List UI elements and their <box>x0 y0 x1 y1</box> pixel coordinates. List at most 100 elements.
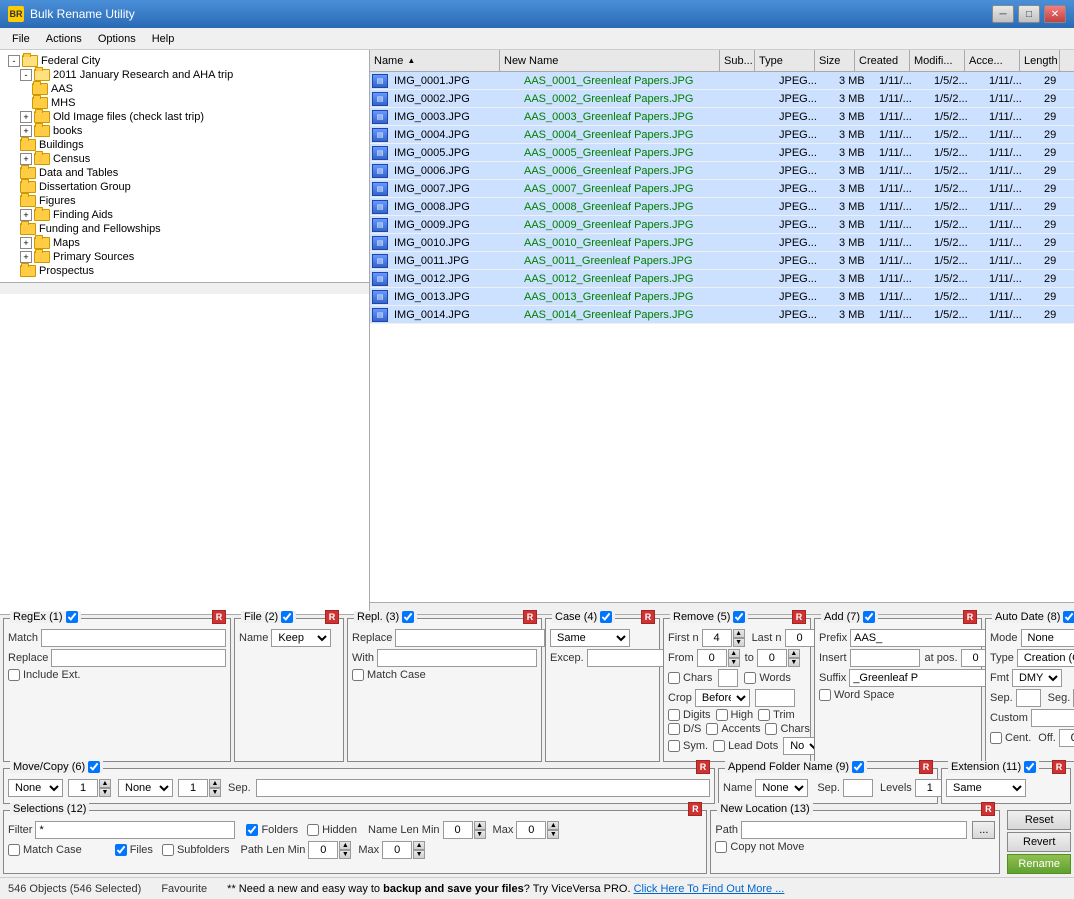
tree-toggle[interactable]: + <box>20 209 32 221</box>
selections-pathlenmin-input[interactable] <box>308 841 338 859</box>
regex-r-button[interactable]: R <box>212 610 226 624</box>
autodate-cent-checkbox[interactable] <box>990 732 1002 744</box>
add-prefix-input[interactable] <box>850 629 1000 647</box>
table-row[interactable]: ▤IMG_0014.JPGAAS_0014_Greenleaf Papers.J… <box>370 306 1074 324</box>
remove-digits-checkbox[interactable] <box>668 709 680 721</box>
header-created[interactable]: Created <box>855 50 910 71</box>
selections-namelenmin-input[interactable] <box>443 821 473 839</box>
minimize-button[interactable]: ─ <box>992 5 1014 23</box>
selections-pathlenmax-up[interactable]: ▲ <box>413 841 425 850</box>
newloc-copynotmove-checkbox[interactable] <box>715 841 727 853</box>
file-list[interactable]: ▤IMG_0001.JPGAAS_0001_Greenleaf Papers.J… <box>370 72 1074 602</box>
remove-trim-checkbox[interactable] <box>758 709 770 721</box>
repl-r-button[interactable]: R <box>523 610 537 624</box>
tree-item-funding[interactable]: Funding and Fellowships <box>4 222 365 236</box>
autodate-mode-select[interactable]: None <box>1021 629 1074 647</box>
regex-include-ext-checkbox[interactable] <box>8 669 20 681</box>
case-same-select[interactable]: Same Upper Lower <box>550 629 630 647</box>
header-length[interactable]: Length <box>1020 50 1060 71</box>
remove-firstn-down[interactable]: ▼ <box>733 638 745 647</box>
reset-button[interactable]: Reset <box>1007 810 1071 830</box>
appendfolder-r-button[interactable]: R <box>919 760 933 774</box>
rename-button[interactable]: Rename <box>1007 854 1071 874</box>
tree-item-figures[interactable]: Figures <box>4 194 365 208</box>
remove-high-checkbox[interactable] <box>716 709 728 721</box>
tree-item-federal-city[interactable]: - Federal City <box>4 54 365 68</box>
header-acce[interactable]: Acce... <box>965 50 1020 71</box>
regex-replace-input[interactable] <box>51 649 226 667</box>
add-suffix-input[interactable] <box>849 669 999 687</box>
movecopy-select2[interactable]: None <box>118 779 173 797</box>
file-enable-checkbox[interactable] <box>281 611 293 623</box>
remove-accents-checkbox[interactable] <box>706 723 718 735</box>
movecopy-select1[interactable]: None <box>8 779 63 797</box>
table-row[interactable]: ▤IMG_0007.JPGAAS_0007_Greenleaf Papers.J… <box>370 180 1074 198</box>
tree-toggle[interactable]: + <box>20 111 32 123</box>
tree-item-prospectus[interactable]: Prospectus <box>4 264 365 278</box>
selections-pathlenmax-down[interactable]: ▼ <box>413 850 425 859</box>
table-row[interactable]: ▤IMG_0009.JPGAAS_0009_Greenleaf Papers.J… <box>370 216 1074 234</box>
repl-matchcase-checkbox[interactable] <box>352 669 364 681</box>
newloc-path-input[interactable] <box>741 821 967 839</box>
extension-same-select[interactable]: Same Upper Lower <box>946 779 1026 797</box>
revert-button[interactable]: Revert <box>1007 832 1071 852</box>
tree-item-buildings[interactable]: Buildings <box>4 138 365 152</box>
table-row[interactable]: ▤IMG_0010.JPGAAS_0010_Greenleaf Papers.J… <box>370 234 1074 252</box>
selections-pathlenmax-input[interactable] <box>382 841 412 859</box>
folder-tree[interactable]: - Federal City - 2011 January Research a… <box>0 50 370 614</box>
table-row[interactable]: ▤IMG_0003.JPGAAS_0003_Greenleaf Papers.J… <box>370 108 1074 126</box>
movecopy-enable-checkbox[interactable] <box>88 761 100 773</box>
tree-item-books[interactable]: + books <box>4 124 365 138</box>
selections-pathlenmin-up[interactable]: ▲ <box>339 841 351 850</box>
selections-matchcase-checkbox[interactable] <box>8 844 20 856</box>
autodate-off-input[interactable] <box>1059 729 1074 747</box>
movecopy-val1-input[interactable] <box>68 779 98 797</box>
table-row[interactable]: ▤IMG_0004.JPGAAS_0004_Greenleaf Papers.J… <box>370 126 1074 144</box>
movecopy-val2-input[interactable] <box>178 779 208 797</box>
menu-options[interactable]: Options <box>90 28 144 49</box>
appendfolder-enable-checkbox[interactable] <box>852 761 864 773</box>
remove-to-up[interactable]: ▲ <box>788 649 800 658</box>
tree-item-2011[interactable]: - 2011 January Research and AHA trip <box>4 68 365 82</box>
appendfolder-name-select[interactable]: None <box>755 779 808 797</box>
selections-r-button[interactable]: R <box>688 802 702 816</box>
tree-toggle[interactable]: - <box>8 55 20 67</box>
remove-chars-input[interactable] <box>718 669 738 687</box>
table-row[interactable]: ▤IMG_0011.JPGAAS_0011_Greenleaf Papers.J… <box>370 252 1074 270</box>
menu-actions[interactable]: Actions <box>38 28 90 49</box>
header-name[interactable]: Name ▲ <box>370 50 500 71</box>
table-row[interactable]: ▤IMG_0012.JPGAAS_0012_Greenleaf Papers.J… <box>370 270 1074 288</box>
selections-subfolders-checkbox[interactable] <box>162 844 174 856</box>
autodate-custom-input[interactable] <box>1031 709 1074 727</box>
remove-to-input[interactable] <box>757 649 787 667</box>
maximize-button[interactable]: □ <box>1018 5 1040 23</box>
repl-enable-checkbox[interactable] <box>402 611 414 623</box>
selections-namelenmin-down[interactable]: ▼ <box>474 830 486 839</box>
selections-files-checkbox[interactable] <box>115 844 127 856</box>
tree-toggle[interactable]: + <box>20 125 32 137</box>
remove-crop-text-input[interactable] <box>755 689 795 707</box>
menu-file[interactable]: File <box>4 28 38 49</box>
appendfolder-sep-input[interactable] <box>843 779 873 797</box>
extension-r-button[interactable]: R <box>1052 760 1066 774</box>
remove-lastn-input[interactable] <box>785 629 815 647</box>
selections-namelenmin-up[interactable]: ▲ <box>474 821 486 830</box>
remove-ds-checkbox[interactable] <box>668 723 680 735</box>
tree-item-mhs[interactable]: MHS <box>4 96 365 110</box>
remove-firstn-input[interactable] <box>702 629 732 647</box>
autodate-fmt-select[interactable]: DMY MDY YMD <box>1012 669 1062 687</box>
remove-r-button[interactable]: R <box>792 610 806 624</box>
selections-filter-input[interactable] <box>35 821 235 839</box>
tree-item-data[interactable]: Data and Tables <box>4 166 365 180</box>
regex-match-input[interactable] <box>41 629 226 647</box>
repl-with-input[interactable] <box>377 649 537 667</box>
remove-sym-checkbox[interactable] <box>668 740 680 752</box>
table-row[interactable]: ▤IMG_0002.JPGAAS_0002_Greenleaf Papers.J… <box>370 90 1074 108</box>
selections-namelenmax-down[interactable]: ▼ <box>547 830 559 839</box>
table-row[interactable]: ▤IMG_0013.JPGAAS_0013_Greenleaf Papers.J… <box>370 288 1074 306</box>
tree-item-maps[interactable]: + Maps <box>4 236 365 250</box>
remove-firstn-up[interactable]: ▲ <box>733 629 745 638</box>
add-enable-checkbox[interactable] <box>863 611 875 623</box>
extension-enable-checkbox[interactable] <box>1024 761 1036 773</box>
tree-item-dissertation[interactable]: Dissertation Group <box>4 180 365 194</box>
